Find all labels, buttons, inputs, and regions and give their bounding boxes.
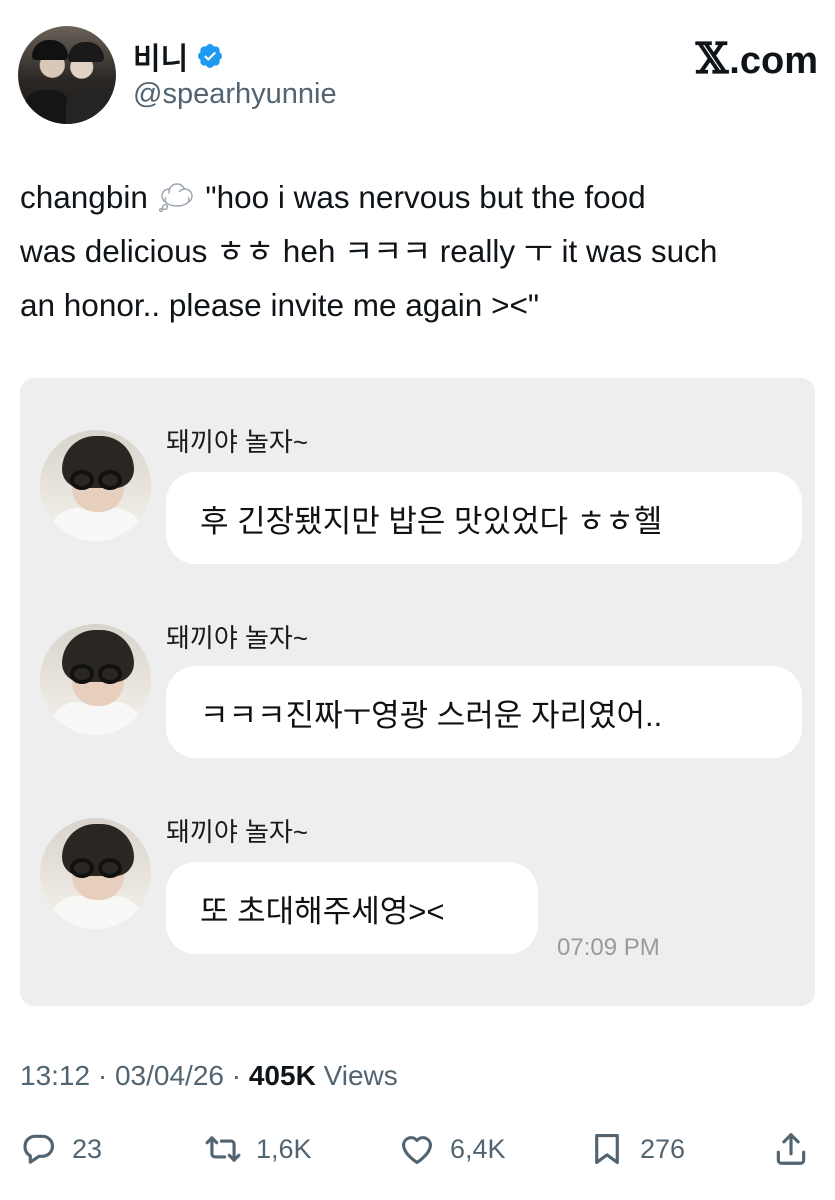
chat-sender-name: 돼끼야 놀자~: [166, 623, 309, 653]
reply-count: 23: [72, 1133, 103, 1164]
tweet-actions: 23 1,6K 6,4K 276: [20, 1124, 820, 1174]
avatar-detail: [66, 88, 112, 124]
chat-bubble: 또 초대해주세영><: [166, 862, 538, 954]
avatar-detail: [24, 90, 70, 124]
chat-avatar: [40, 430, 151, 541]
attached-chat-screenshot[interactable]: 돼끼야 놀자~ 후 긴장됐지만 밥은 맛있었다 ㅎㅎ헬 돼끼야 놀자~ ㅋㅋㅋ진…: [20, 378, 815, 1006]
bookmark-count: 276: [640, 1133, 686, 1164]
x-logo-icon: 𝕏: [695, 34, 729, 83]
reply-button[interactable]: 23: [20, 1124, 102, 1174]
chat-avatar: [40, 818, 151, 929]
verified-badge-icon: [198, 44, 223, 68]
tweet-text-prefix: changbin: [20, 179, 148, 215]
chat-avatar: [40, 624, 151, 735]
avatar-detail: [70, 858, 94, 878]
x-logo: 𝕏 .com: [696, 34, 818, 83]
avatar-detail: [48, 508, 144, 541]
avatar-detail: [32, 40, 68, 60]
like-count: 6,4K: [450, 1133, 506, 1164]
profile-avatar[interactable]: [18, 26, 116, 124]
reply-icon: [23, 1134, 55, 1164]
meta-separator: ·: [223, 1060, 249, 1091]
repost-button[interactable]: 1,6K: [204, 1124, 312, 1174]
avatar-detail: [48, 896, 144, 929]
display-name[interactable]: 비니: [133, 34, 188, 78]
x-logo-text: .com: [729, 40, 818, 82]
meta-separator: ·: [90, 1060, 115, 1091]
tweet-line: an honor.. please invite me again ><": [20, 287, 540, 323]
chat-bubble: 후 긴장됐지만 밥은 맛있었다 ㅎㅎ헬: [166, 472, 802, 564]
tweet-meta: 13:12 · 03/04/26 · 405K Views: [20, 1060, 398, 1092]
chat-bubble: ㅋㅋㅋ진짜ㅜ영광 스러운 자리였어..: [166, 666, 802, 758]
chat-sender-name: 돼끼야 놀자~: [166, 817, 309, 847]
chat-sender-name: 돼끼야 놀자~: [166, 427, 309, 457]
tweet-line: was delicious ㅎㅎ heh ㅋㅋㅋ really ㅜ it was…: [20, 233, 718, 269]
share-icon: [776, 1133, 806, 1165]
bookmark-button[interactable]: 276: [588, 1124, 685, 1174]
share-button[interactable]: [772, 1124, 810, 1174]
thought-balloon-icon: [158, 183, 193, 212]
tweet-date[interactable]: 03/04/26: [115, 1060, 224, 1091]
avatar-detail: [98, 858, 122, 878]
tweet-time[interactable]: 13:12: [20, 1060, 90, 1091]
repost-icon: [205, 1136, 241, 1162]
avatar-detail: [48, 702, 144, 735]
repost-count: 1,6K: [256, 1133, 312, 1164]
user-handle[interactable]: @spearhyunnie: [133, 78, 337, 111]
bookmark-icon: [595, 1133, 619, 1165]
avatar-detail: [70, 470, 94, 490]
chat-timestamp: 07:09 PM: [557, 934, 660, 961]
avatar-detail: [98, 664, 122, 684]
tweet-header: 비니 @spearhyunnie 𝕏 .com: [18, 20, 818, 124]
avatar-detail: [68, 42, 104, 62]
display-name-row[interactable]: 비니: [133, 34, 224, 78]
heart-icon: [401, 1136, 433, 1165]
views-count: 405K: [248, 1060, 316, 1091]
avatar-detail: [70, 664, 94, 684]
views-label: Views: [315, 1060, 398, 1091]
tweet-text: changbin "hoo i was nervous but the food…: [20, 170, 820, 332]
tweet-text-line1: "hoo i was nervous but the food: [205, 179, 646, 215]
tweet-line: changbin "hoo i was nervous but the food: [20, 170, 820, 224]
avatar-detail: [98, 470, 122, 490]
like-button[interactable]: 6,4K: [398, 1124, 506, 1174]
